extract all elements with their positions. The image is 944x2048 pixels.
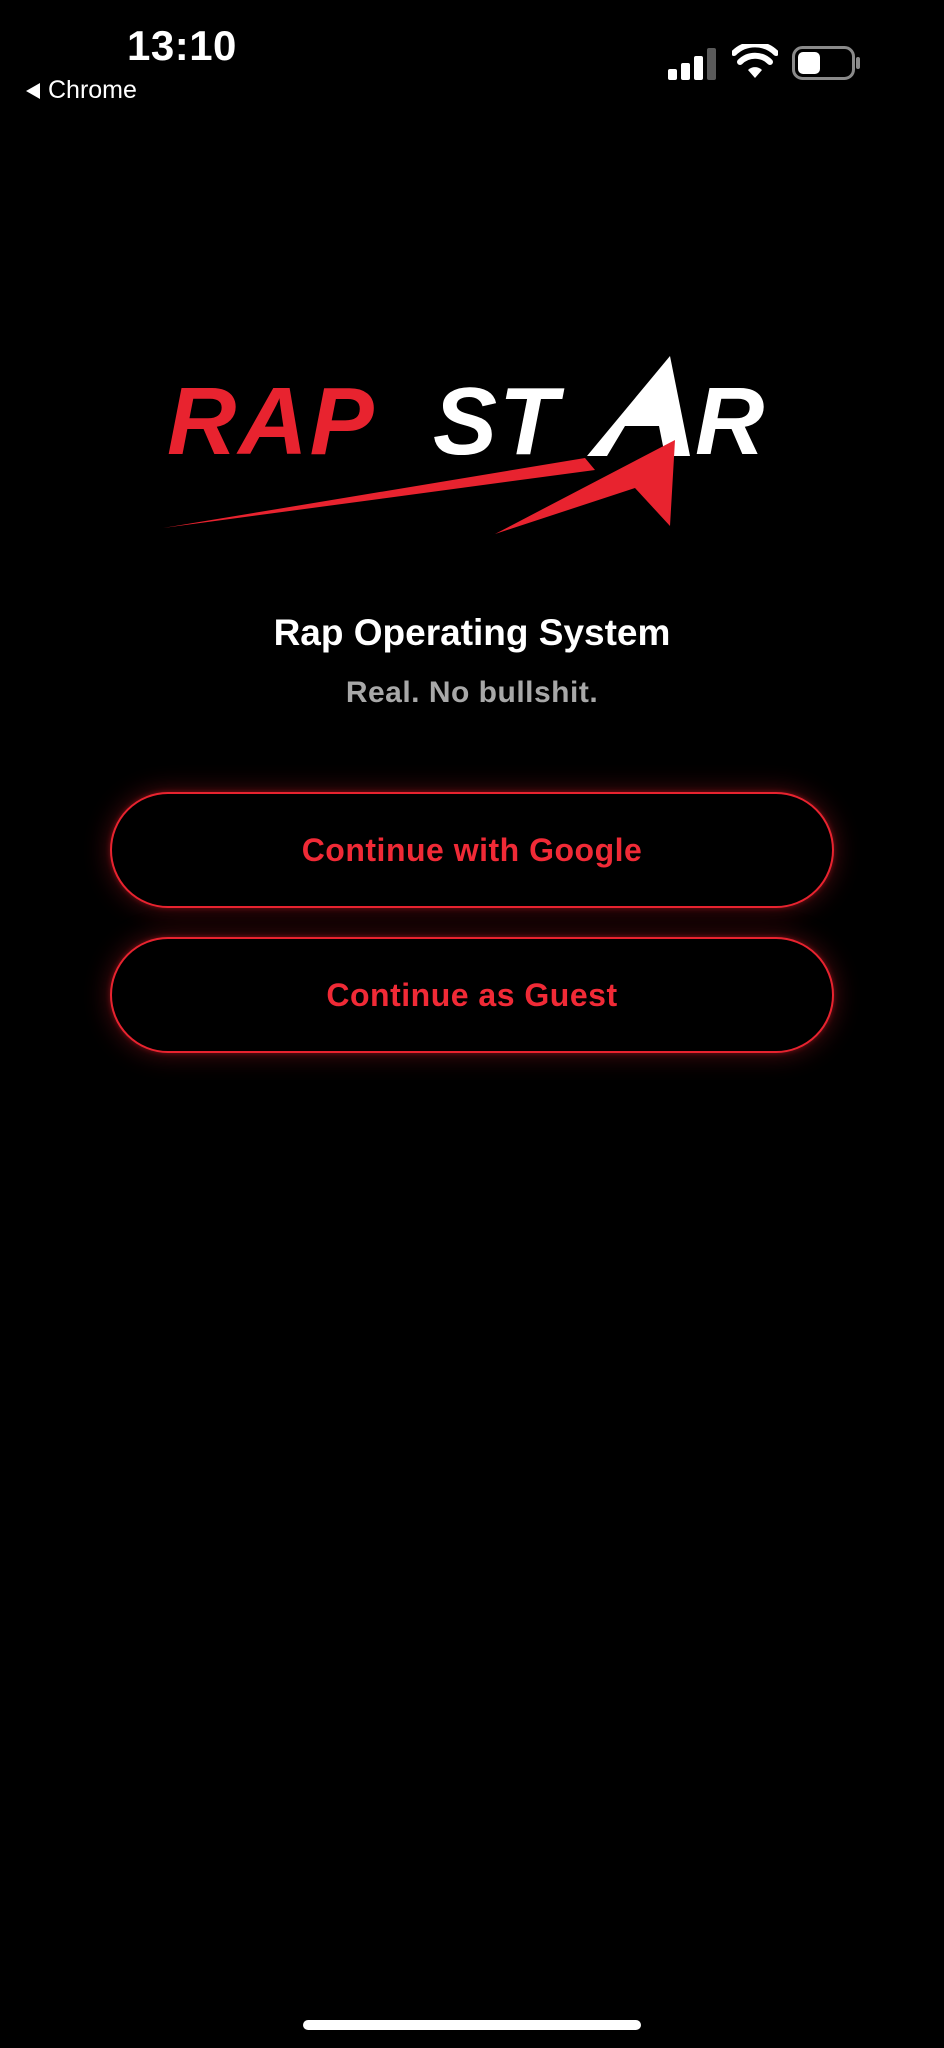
svg-text:RAP: RAP bbox=[167, 368, 376, 475]
page-tagline: Real. No bullshit. bbox=[345, 676, 599, 709]
cellular-signal-icon bbox=[668, 48, 716, 80]
back-app-label: Chrome bbox=[48, 76, 137, 104]
svg-text:R: R bbox=[695, 368, 764, 475]
back-to-app-link[interactable]: Chrome bbox=[26, 76, 137, 105]
page-headline: Rap Operating System bbox=[273, 612, 671, 653]
wifi-icon bbox=[732, 44, 778, 78]
rapstar-logo: RAP ST R bbox=[163, 356, 764, 534]
home-indicator[interactable] bbox=[303, 2020, 641, 2030]
continue-with-google-button[interactable]: Continue with Google bbox=[110, 792, 834, 908]
status-bar: 13:10 Chrome bbox=[0, 0, 944, 110]
svg-text:ST: ST bbox=[433, 368, 565, 475]
back-arrow-icon bbox=[26, 82, 40, 99]
continue-as-guest-button[interactable]: Continue as Guest bbox=[110, 937, 834, 1053]
battery-icon bbox=[792, 46, 860, 80]
status-time: 13:10 bbox=[127, 22, 237, 69]
